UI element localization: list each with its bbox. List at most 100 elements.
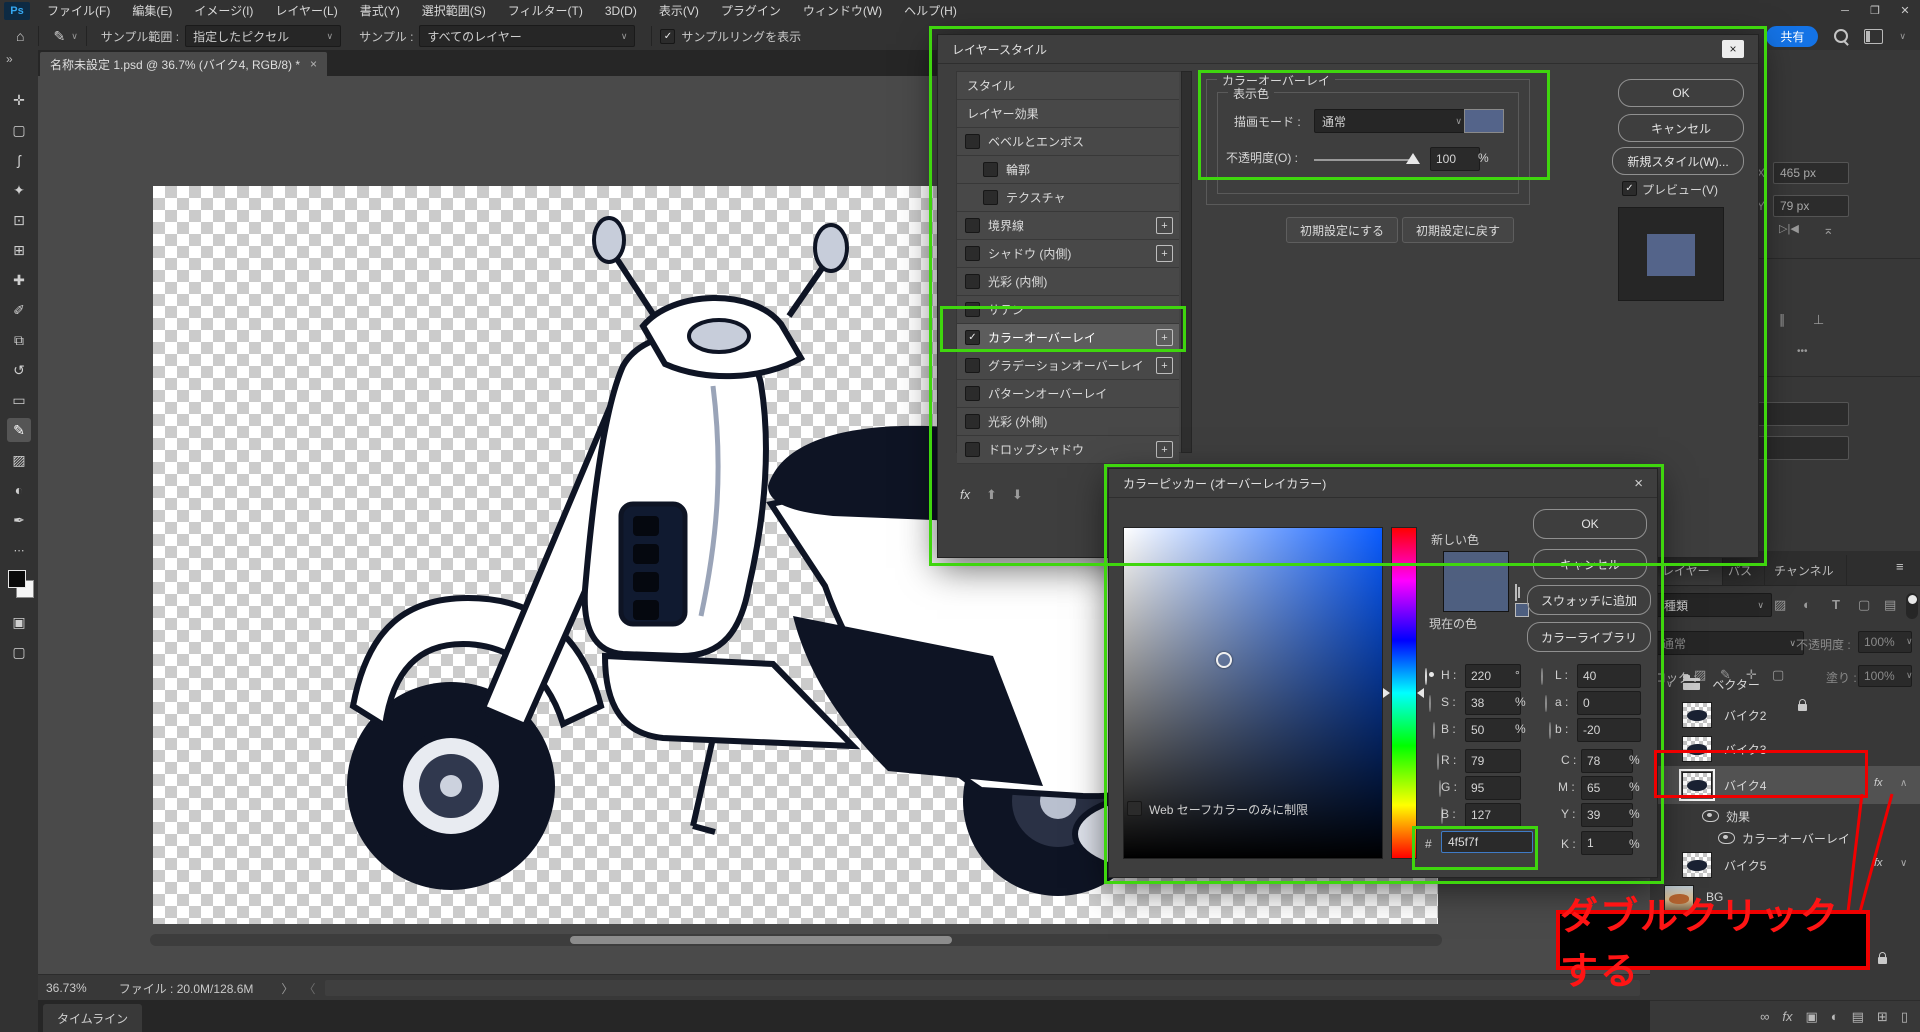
- effect-name[interactable]: カラーオーバーレイ: [1742, 830, 1850, 847]
- brush-tool[interactable]: ✐: [7, 298, 31, 322]
- tab-channels[interactable]: チャンネル: [1762, 555, 1847, 585]
- menu-image[interactable]: イメージ(I): [183, 0, 264, 22]
- style-item-satin[interactable]: サテン: [957, 296, 1179, 324]
- chevron-left-icon[interactable]: 〈: [303, 980, 315, 997]
- scrollbar-thumb[interactable]: [570, 936, 952, 944]
- b-field[interactable]: 50: [1465, 718, 1521, 742]
- layer-thumbnail[interactable]: [1682, 772, 1712, 798]
- style-list-header[interactable]: レイヤー効果: [957, 100, 1179, 128]
- menu-3d[interactable]: 3D(D): [594, 0, 648, 22]
- share-button[interactable]: 共有: [1766, 26, 1818, 47]
- crop-tool[interactable]: ⊡: [7, 208, 31, 232]
- color-libraries-button[interactable]: カラーライブラリ: [1527, 622, 1651, 652]
- opacity-slider[interactable]: [1314, 159, 1416, 161]
- h-field[interactable]: 220: [1465, 664, 1521, 688]
- eyedropper-icon[interactable]: ✎: [47, 28, 71, 45]
- property-field[interactable]: [1757, 436, 1849, 460]
- close-dialog-icon[interactable]: ×: [1722, 40, 1744, 58]
- y-field[interactable]: 79 px: [1773, 195, 1849, 217]
- opacity-field[interactable]: 100%: [1858, 631, 1912, 653]
- filter-type-icon[interactable]: T: [1832, 597, 1840, 612]
- effects-row[interactable]: 効果: [1650, 804, 1920, 826]
- tab-paths[interactable]: パス: [1716, 555, 1765, 585]
- chevron-down-icon[interactable]: ∨: [71, 31, 78, 42]
- new-layer-icon[interactable]: ⊞: [1877, 1009, 1888, 1025]
- menu-view[interactable]: 表示(V): [648, 0, 710, 22]
- new-style-button[interactable]: 新規スタイル(W)...: [1612, 147, 1744, 175]
- close-button[interactable]: ✕: [1890, 0, 1920, 22]
- s-field[interactable]: 38: [1465, 691, 1521, 715]
- pen-tool[interactable]: ✒: [7, 508, 31, 532]
- cancel-button[interactable]: キャンセル: [1533, 549, 1647, 579]
- collapse-group-icon[interactable]: ∨: [1666, 679, 1673, 690]
- menu-help[interactable]: ヘルプ(H): [893, 0, 968, 22]
- reset-default-button[interactable]: 初期設定に戻す: [1402, 217, 1514, 243]
- move-tool[interactable]: ✛: [7, 88, 31, 112]
- checkbox[interactable]: [965, 442, 980, 457]
- checkbox[interactable]: [965, 358, 980, 373]
- add-effect-icon[interactable]: +: [1156, 245, 1173, 262]
- style-item-stroke[interactable]: 境界線+: [957, 212, 1179, 240]
- c-field[interactable]: 78: [1581, 749, 1633, 773]
- fx-badge[interactable]: fx: [1874, 857, 1883, 869]
- checkbox[interactable]: [965, 414, 980, 429]
- r-field[interactable]: 79: [1465, 749, 1521, 773]
- checkbox[interactable]: [965, 274, 980, 289]
- expand-effects-icon[interactable]: ∨: [1900, 858, 1907, 869]
- screen-mode-icon[interactable]: ▢: [7, 640, 31, 664]
- move-effect-down-icon[interactable]: ⬇: [1012, 487, 1023, 503]
- chevron-right-icon[interactable]: 〉: [281, 980, 293, 997]
- add-effect-icon[interactable]: +: [1156, 329, 1173, 346]
- overlay-color-swatch[interactable]: [1464, 109, 1504, 133]
- g-field[interactable]: 95: [1465, 776, 1521, 800]
- sample-size-select[interactable]: 指定したピクセル∨: [185, 25, 341, 47]
- object-selection-tool[interactable]: ✦: [7, 178, 31, 202]
- l-field[interactable]: 40: [1577, 664, 1641, 688]
- maximize-button[interactable]: ❐: [1860, 0, 1890, 22]
- checkbox[interactable]: [965, 246, 980, 261]
- menu-edit[interactable]: 編集(E): [121, 0, 183, 22]
- style-item-drop-shadow[interactable]: ドロップシャドウ+: [957, 436, 1179, 464]
- style-item-outer-glow[interactable]: 光彩 (外側): [957, 408, 1179, 436]
- checkbox[interactable]: [965, 218, 980, 233]
- set-default-button[interactable]: 初期設定にする: [1286, 217, 1398, 243]
- fx-badge[interactable]: fx: [1874, 777, 1883, 789]
- marquee-tool[interactable]: ▢: [7, 118, 31, 142]
- ok-button[interactable]: OK: [1533, 509, 1647, 539]
- chevron-down-icon[interactable]: ∨: [1899, 31, 1906, 42]
- hex-input[interactable]: [1441, 831, 1533, 853]
- menu-layer[interactable]: レイヤー(L): [264, 0, 348, 22]
- checkbox-checked[interactable]: [965, 330, 980, 345]
- style-list-header[interactable]: スタイル: [957, 72, 1179, 100]
- timeline-tab[interactable]: タイムライン: [43, 1004, 142, 1032]
- hue-arrow-left-icon[interactable]: [1383, 688, 1390, 698]
- search-icon[interactable]: [1834, 29, 1848, 43]
- history-brush-tool[interactable]: ↺: [7, 358, 31, 382]
- dialog-titlebar[interactable]: レイヤースタイル ×: [938, 35, 1758, 64]
- preview-checkbox[interactable]: [1622, 181, 1637, 196]
- eraser-tool[interactable]: ▭: [7, 388, 31, 412]
- opacity-slider-thumb[interactable]: [1406, 153, 1420, 164]
- toolbar-expand-icon[interactable]: »: [6, 52, 13, 66]
- add-effect-icon[interactable]: +: [1156, 441, 1173, 458]
- hue-slider[interactable]: [1391, 527, 1417, 859]
- menu-type[interactable]: 書式(Y): [349, 0, 411, 22]
- filter-shape-icon[interactable]: ▢: [1858, 597, 1870, 613]
- effects-label[interactable]: 効果: [1726, 808, 1750, 825]
- style-item-gradient-overlay[interactable]: グラデーションオーバーレイ+: [957, 352, 1179, 380]
- eyedropper-tool[interactable]: ✎: [7, 418, 31, 442]
- blend-mode-select[interactable]: 通常∨: [1654, 631, 1804, 655]
- layer-thumbnail[interactable]: [1682, 702, 1712, 728]
- color-overlay-effect-row[interactable]: カラーオーバーレイ: [1650, 826, 1920, 848]
- quick-mask-icon[interactable]: ▣: [7, 610, 31, 634]
- style-item-bevel[interactable]: ベベルとエンボス: [957, 128, 1179, 156]
- frame-tool[interactable]: ⊞: [7, 238, 31, 262]
- layer-mask-icon[interactable]: ▣: [1805, 1009, 1817, 1025]
- panel-menu-icon[interactable]: ≡: [1896, 559, 1904, 574]
- add-to-swatches-button[interactable]: スウォッチに追加: [1527, 585, 1651, 615]
- adjustment-layer-icon[interactable]: ◐: [1831, 1009, 1839, 1024]
- style-item-inner-glow[interactable]: 光彩 (内側): [957, 268, 1179, 296]
- layer-thumbnail[interactable]: [1682, 852, 1712, 878]
- hue-arrow-right-icon[interactable]: [1417, 688, 1424, 698]
- delete-layer-icon[interactable]: ▯: [1901, 1009, 1908, 1025]
